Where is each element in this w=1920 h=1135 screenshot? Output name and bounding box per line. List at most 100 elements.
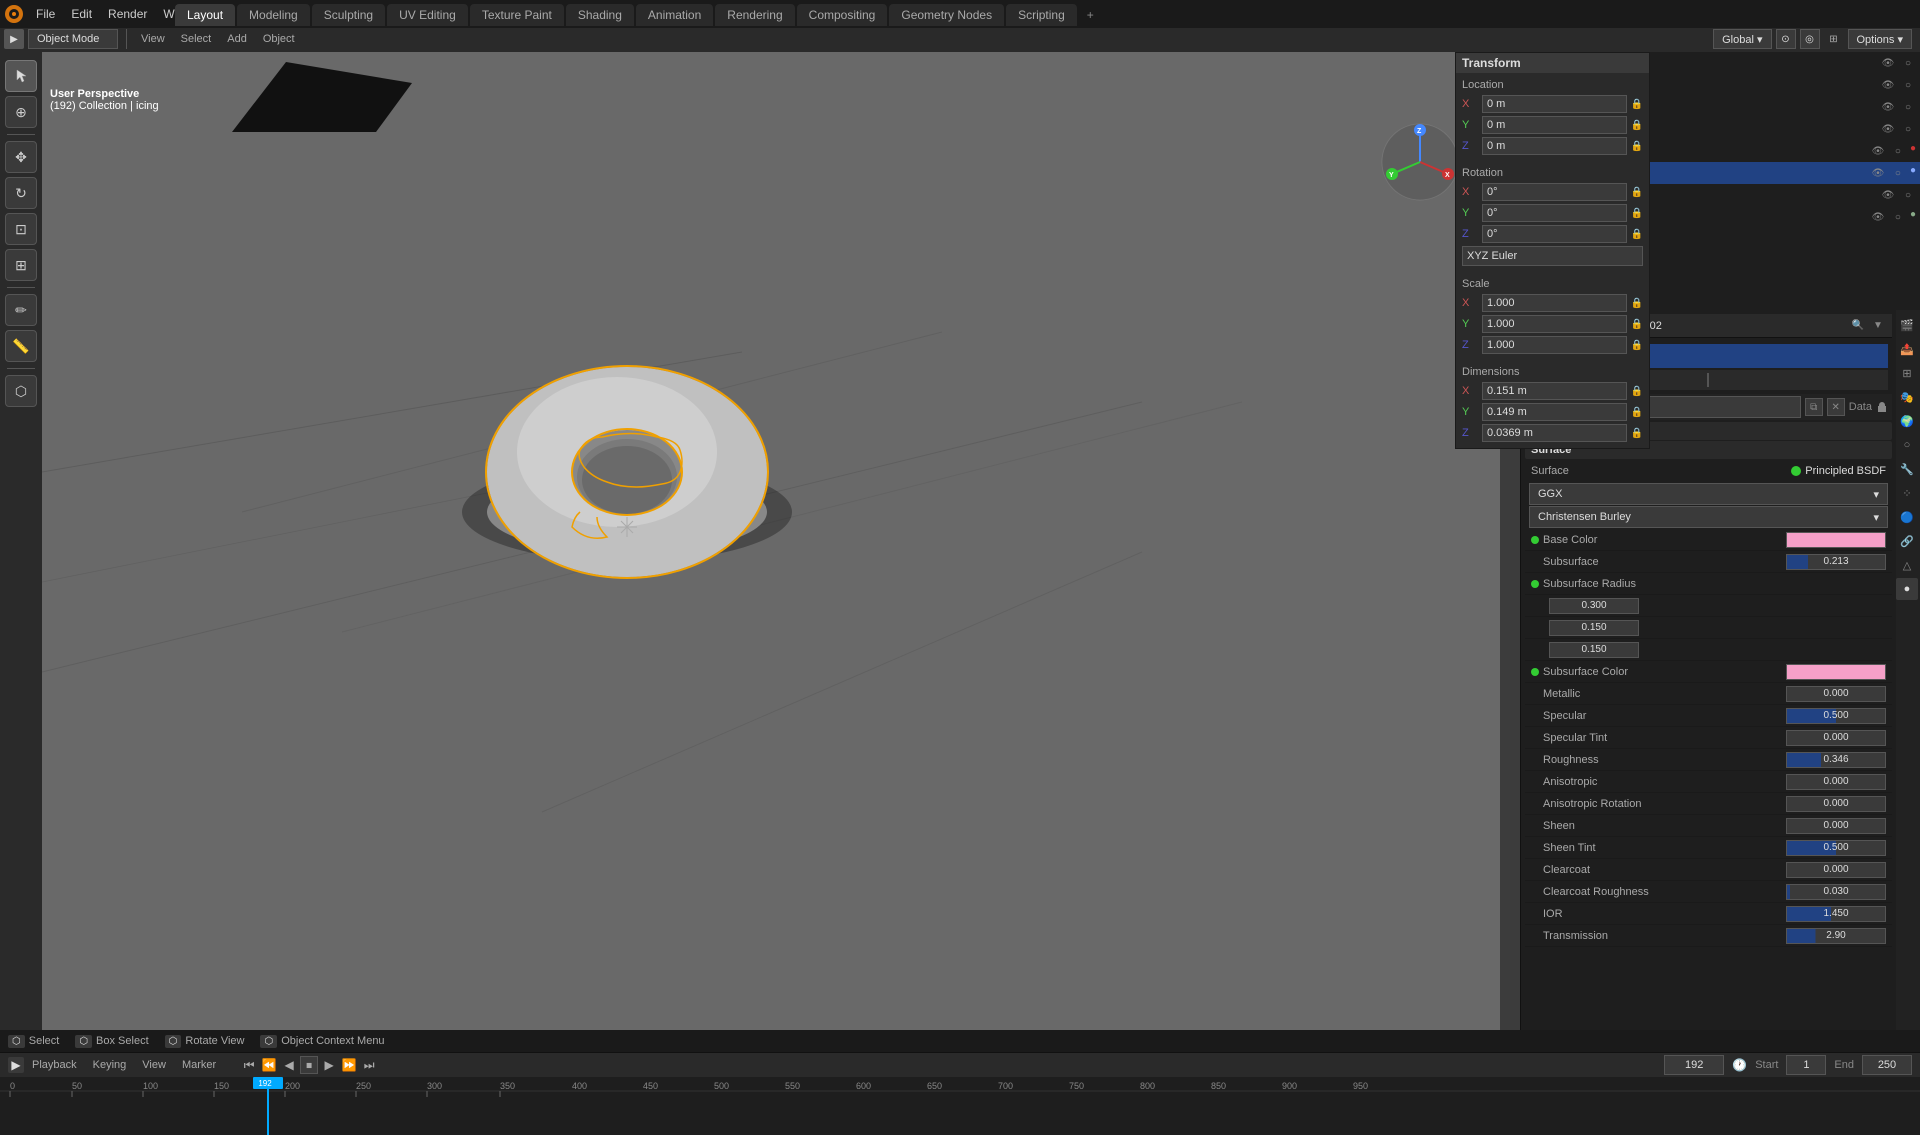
play-pause-btn[interactable]: ⏹ [300, 1056, 318, 1074]
torus-render-icon[interactable]: ○ [1890, 143, 1906, 159]
cursor-tool-btn[interactable]: ⊕ [5, 96, 37, 128]
prop-tab-output[interactable]: 📤 [1896, 338, 1918, 360]
props-filter-icon[interactable]: ▼ [1870, 318, 1886, 334]
tab-shading[interactable]: Shading [566, 4, 634, 26]
view-eye-icon[interactable]: 👁 [1880, 55, 1896, 71]
location-x-input[interactable]: 0 m [1482, 95, 1627, 113]
tab-compositing[interactable]: Compositing [797, 4, 888, 26]
sheen-input[interactable]: 0.000 [1786, 818, 1886, 834]
lock-dz-btn[interactable]: 🔒 [1631, 428, 1643, 439]
light-eye-icon[interactable]: 👁 [1880, 187, 1896, 203]
torus-eye-icon[interactable]: 👁 [1870, 143, 1886, 159]
light-render-icon[interactable]: ○ [1900, 187, 1916, 203]
prop-tab-particles[interactable]: ⁘ [1896, 482, 1918, 504]
material-lock-icon[interactable] [1876, 401, 1888, 413]
prop-tab-constraints[interactable]: 🔗 [1896, 530, 1918, 552]
prop-tab-data[interactable]: △ [1896, 554, 1918, 576]
overlay-icon[interactable]: ⊞ [1824, 29, 1844, 49]
play-back-btn[interactable]: ◀ [280, 1056, 298, 1074]
cam-eye-icon[interactable]: 👁 [1880, 99, 1896, 115]
current-frame-input[interactable]: 192 [1664, 1055, 1724, 1075]
tab-sculpting[interactable]: Sculpting [312, 4, 385, 26]
props-search-icon[interactable]: 🔍 [1850, 318, 1866, 334]
measure-btn[interactable]: 📏 [5, 330, 37, 362]
snap-icon[interactable]: ⊙ [1776, 29, 1796, 49]
euler-dropdown[interactable]: XYZ Euler [1462, 246, 1643, 266]
add-primitive-btn[interactable]: ⬡ [5, 375, 37, 407]
plane-eye-icon[interactable]: 👁 [1870, 209, 1886, 225]
prop-tab-object[interactable]: ○ [1896, 434, 1918, 456]
proportional-icon[interactable]: ◎ [1800, 29, 1820, 49]
menu-edit[interactable]: Edit [63, 0, 100, 28]
dim-z-input[interactable]: 0.0369 m [1482, 424, 1627, 442]
rotation-z-input[interactable]: 0° [1482, 225, 1627, 243]
viewport[interactable]: Z X Y ⊞ User [42, 52, 1500, 1082]
dim-y-input[interactable]: 0.149 m [1482, 403, 1627, 421]
lock-y-btn[interactable]: 🔒 [1631, 120, 1643, 131]
view-menu[interactable]: View [135, 29, 171, 49]
prop-tab-world[interactable]: 🌍 [1896, 410, 1918, 432]
sheen-tint-input[interactable]: 0.500 [1786, 840, 1886, 856]
lock-rx-btn[interactable]: 🔒 [1631, 187, 1643, 198]
select-tool-btn[interactable] [5, 60, 37, 92]
prop-tab-physics[interactable]: 🔵 [1896, 506, 1918, 528]
prop-tab-material[interactable]: ● [1896, 578, 1918, 600]
lock-dy-btn[interactable]: 🔒 [1631, 407, 1643, 418]
subsurface-color-swatch[interactable] [1786, 664, 1886, 680]
material-delete-btn[interactable]: ✕ [1827, 398, 1845, 416]
tab-texture-paint[interactable]: Texture Paint [470, 4, 564, 26]
transform-tool-btn[interactable]: ⊞ [5, 249, 37, 281]
scale-y-input[interactable]: 1.000 [1482, 315, 1627, 333]
prop-tab-view-layer[interactable]: ⊞ [1896, 362, 1918, 384]
transform-title[interactable]: Transform [1456, 53, 1649, 73]
lock-sx-btn[interactable]: 🔒 [1631, 298, 1643, 309]
anisotropic-input[interactable]: 0.000 [1786, 774, 1886, 790]
icing-eye-icon[interactable]: 👁 [1870, 165, 1886, 181]
rotate-tool-btn[interactable]: ↻ [5, 177, 37, 209]
subsurface-input[interactable]: 0.213 [1786, 554, 1886, 570]
object-menu[interactable]: Object [257, 29, 301, 49]
dim-x-input[interactable]: 0.151 m [1482, 382, 1627, 400]
step-back-btn[interactable]: ⏪ [260, 1056, 278, 1074]
prop-tab-scene[interactable]: 🎭 [1896, 386, 1918, 408]
tab-scripting[interactable]: Scripting [1006, 4, 1077, 26]
cam-render-icon[interactable]: ○ [1900, 99, 1916, 115]
base-color-swatch[interactable] [1786, 532, 1886, 548]
start-frame-input[interactable]: 1 [1786, 1055, 1826, 1075]
lock-sy-btn[interactable]: 🔒 [1631, 319, 1643, 330]
roughness-input[interactable]: 0.346 [1786, 752, 1886, 768]
sub-radius-y[interactable]: 0.150 [1549, 620, 1639, 636]
lock-ry-btn[interactable]: 🔒 [1631, 208, 1643, 219]
lock-dx-btn[interactable]: 🔒 [1631, 386, 1643, 397]
scale-x-input[interactable]: 1.000 [1482, 294, 1627, 312]
scale-tool-btn[interactable]: ⊡ [5, 213, 37, 245]
exclude-icon[interactable]: ○ [1900, 55, 1916, 71]
rotation-x-input[interactable]: 0° [1482, 183, 1627, 201]
ggx-dropdown[interactable]: GGX ▾ [1529, 483, 1888, 505]
add-workspace-button[interactable]: + [1079, 4, 1102, 26]
tab-layout[interactable]: Layout [175, 4, 235, 26]
col-eye-icon[interactable]: 👁 [1880, 77, 1896, 93]
transmission-input[interactable]: 2.90 [1786, 928, 1886, 944]
jump-end-btn[interactable]: ⏭ [360, 1056, 378, 1074]
prop-tab-modifier[interactable]: 🔧 [1896, 458, 1918, 480]
plane-render-icon[interactable]: ○ [1890, 209, 1906, 225]
tab-uv-editing[interactable]: UV Editing [387, 4, 468, 26]
material-copy-btn[interactable]: ⧉ [1805, 398, 1823, 416]
move-tool-btn[interactable]: ✥ [5, 141, 37, 173]
play-fwd-btn[interactable]: ▶ [320, 1056, 338, 1074]
scale-z-input[interactable]: 1.000 [1482, 336, 1627, 354]
add-menu[interactable]: Add [221, 29, 253, 49]
anisotropic-rotation-input[interactable]: 0.000 [1786, 796, 1886, 812]
location-y-input[interactable]: 0 m [1482, 116, 1627, 134]
select-menu[interactable]: Select [175, 29, 218, 49]
tab-geometry-nodes[interactable]: Geometry Nodes [889, 4, 1004, 26]
timeline-mode-btn[interactable]: ▶ [8, 1057, 24, 1073]
clearcoat-roughness-input[interactable]: 0.030 [1786, 884, 1886, 900]
christensen-dropdown[interactable]: Christensen Burley ▾ [1529, 506, 1888, 528]
mode-icon[interactable]: ▶ [4, 29, 24, 49]
ior-input[interactable]: 1.450 [1786, 906, 1886, 922]
jump-start-btn[interactable]: ⏮ [240, 1056, 258, 1074]
metallic-input[interactable]: 0.000 [1786, 686, 1886, 702]
prop-tab-render[interactable]: 🎬 [1896, 314, 1918, 336]
